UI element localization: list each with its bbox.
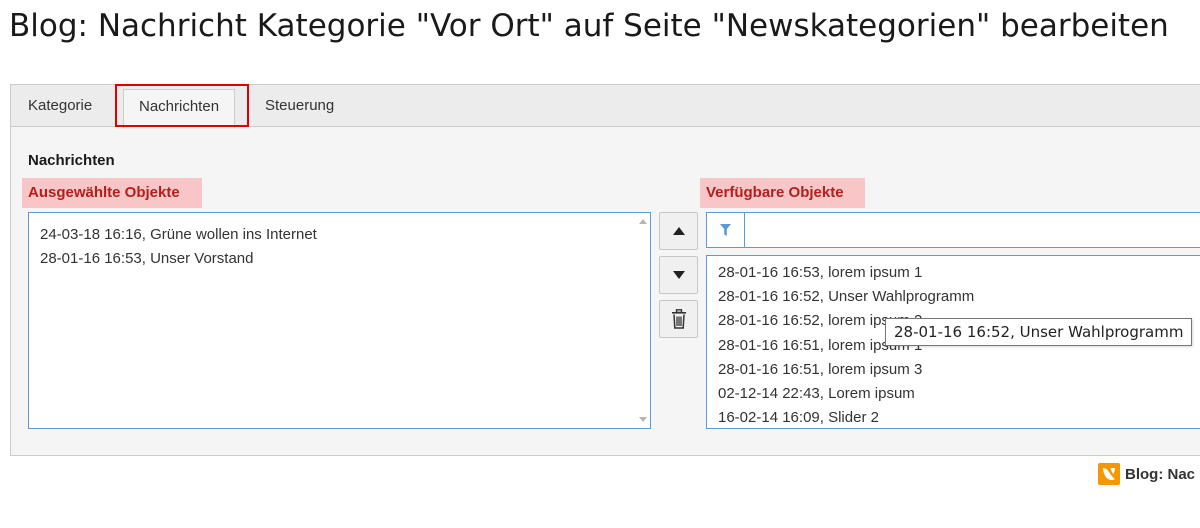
trash-icon <box>671 309 686 329</box>
selected-objects-label: Ausgewählte Objekte <box>22 178 202 208</box>
section-title: Nachrichten <box>28 152 115 169</box>
list-item[interactable]: 02-12-14 22:43, Lorem ipsum <box>718 382 1200 406</box>
move-down-button[interactable] <box>659 256 698 294</box>
list-item[interactable]: 28-01-16 16:53, Unser Vorstand <box>40 247 650 271</box>
available-objects-label: Verfügbare Objekte <box>700 178 865 208</box>
move-up-button[interactable] <box>659 212 698 250</box>
list-item[interactable]: 24-03-18 16:16, Grüne wollen ins Interne… <box>40 223 650 247</box>
typo3-logo-icon <box>1098 463 1120 485</box>
filter-addon <box>707 213 745 247</box>
list-item[interactable]: 28-01-16 16:51, lorem ipsum 3 <box>718 358 1200 382</box>
scrollbar[interactable] <box>636 213 650 428</box>
page-title: Blog: Nachricht Kategorie "Vor Ort" auf … <box>9 8 1169 44</box>
triangle-down-icon <box>672 271 685 279</box>
selected-objects-listbox[interactable]: 24-03-18 16:16, Grüne wollen ins Interne… <box>28 212 651 429</box>
delete-button[interactable] <box>659 300 698 338</box>
triangle-up-icon <box>672 227 685 235</box>
tab-nachrichten[interactable]: Nachrichten <box>123 89 236 128</box>
filter-input-group <box>706 212 1200 248</box>
tab-bar: Kategorie Nachrichten Steuerung <box>11 85 1200 128</box>
list-item[interactable]: 28-01-16 16:52, Unser Wahlprogramm <box>718 285 1200 309</box>
tab-kategorie[interactable]: Kategorie <box>13 85 107 127</box>
scroll-down-arrow-icon[interactable] <box>639 417 647 422</box>
footer-breadcrumb-text[interactable]: Blog: Nac <box>1125 466 1195 483</box>
tab-steuerung[interactable]: Steuerung <box>250 85 349 127</box>
filter-input[interactable] <box>746 213 1200 247</box>
list-item[interactable]: 28-01-16 16:53, lorem ipsum 1 <box>718 261 1200 285</box>
list-item[interactable]: 16-02-14 16:09, Slider 2 <box>718 406 1200 428</box>
filter-icon <box>720 224 731 236</box>
footer-breadcrumb[interactable]: Blog: Nac <box>1098 463 1195 485</box>
item-tooltip: 28-01-16 16:52, Unser Wahlprogramm <box>885 318 1193 346</box>
scroll-up-arrow-icon[interactable] <box>639 219 647 224</box>
